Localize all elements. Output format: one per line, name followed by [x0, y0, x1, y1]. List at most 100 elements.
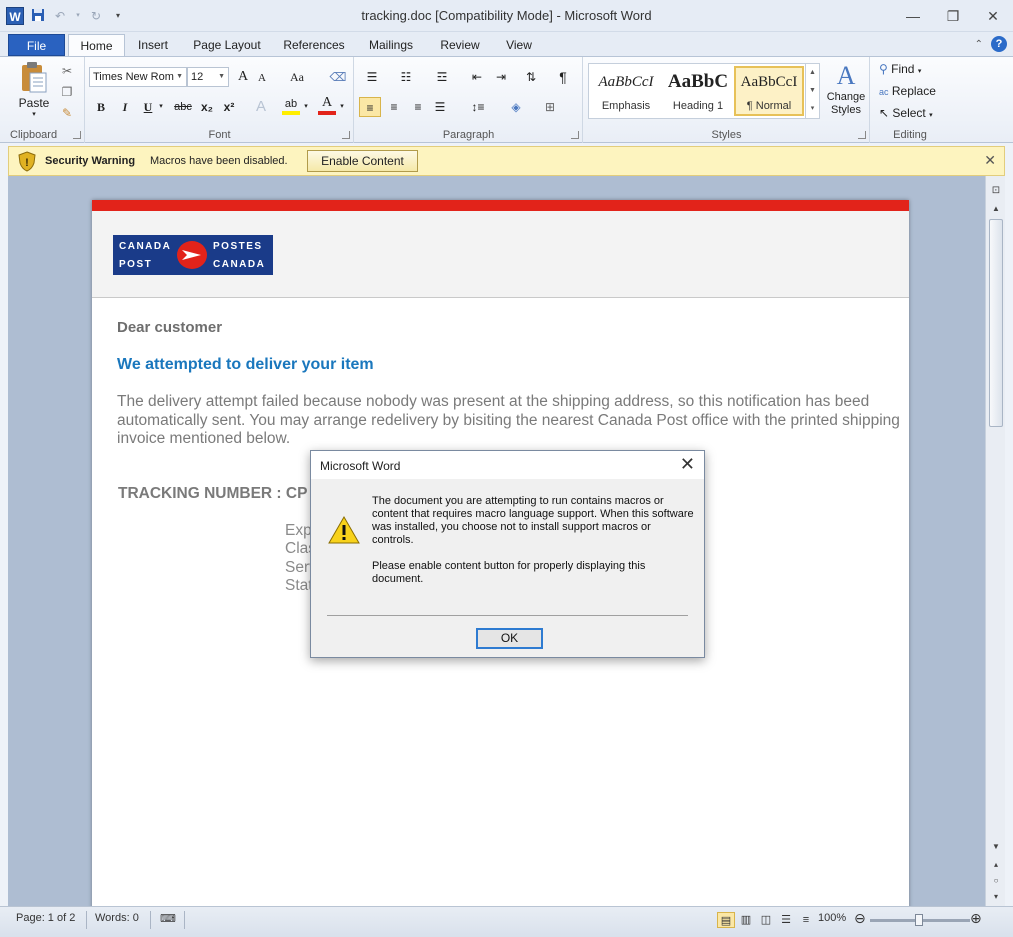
show-formatting-button[interactable]: ¶ [553, 67, 573, 87]
outline-view-icon[interactable]: ☰ [777, 912, 795, 928]
font-name-value: Times New Rom [93, 71, 174, 83]
grow-font-button[interactable]: A [234, 67, 252, 87]
style-normal[interactable]: AaBbCcI ¶ Normal [734, 66, 804, 116]
find-dropdown-icon: ▾ [917, 68, 922, 75]
browse-object-icon[interactable]: ○ [988, 874, 1004, 888]
zoom-in-icon[interactable]: ⊕ [970, 910, 982, 927]
tab-review[interactable]: Review [434, 34, 486, 56]
clipboard-launcher-icon[interactable] [73, 131, 81, 139]
decrease-indent-icon[interactable]: ⇤ [467, 67, 487, 87]
shrink-font-button[interactable]: A [254, 68, 270, 88]
web-layout-icon[interactable]: ◫ [757, 912, 775, 928]
enable-content-button[interactable]: Enable Content [307, 150, 418, 172]
paste-dropdown-icon[interactable]: ▾ [14, 110, 54, 118]
tab-references[interactable]: References [278, 34, 350, 56]
paste-button[interactable]: Paste ▾ [14, 61, 54, 123]
clear-formatting-icon[interactable]: ⌫ [328, 67, 348, 87]
font-color-dropdown-icon[interactable]: ▾ [338, 97, 346, 117]
ruler-toggle-icon[interactable]: ⊡ [988, 184, 1004, 198]
font-name-dropdown[interactable]: Times New Rom ▼ [89, 67, 187, 87]
highlight-color-icon[interactable]: ab [282, 97, 300, 115]
zoom-slider[interactable] [870, 914, 970, 926]
format-painter-icon[interactable]: ✎ [58, 103, 76, 123]
subscript-button[interactable]: x₂ [198, 97, 216, 117]
replace-button[interactable]: ac Replace [879, 81, 945, 101]
align-center-icon[interactable]: ≡ [383, 97, 405, 117]
gallery-down-icon[interactable]: ▼ [806, 82, 819, 100]
minimize-button[interactable]: — [893, 0, 933, 32]
cut-icon[interactable]: ✂ [58, 61, 76, 81]
style-heading-1[interactable]: AaBbC Heading 1 [663, 66, 733, 116]
change-case-button[interactable]: Aa [286, 67, 308, 87]
underline-button[interactable]: U [139, 97, 157, 117]
scroll-down-icon[interactable]: ▼ [988, 840, 1004, 854]
zoom-slider-thumb[interactable] [915, 914, 923, 926]
dialog-message-1: The document you are attempting to run c… [372, 495, 694, 546]
tracking-number-label: TRACKING NUMBER : CP [118, 485, 308, 502]
scroll-thumb[interactable] [989, 219, 1003, 427]
style-heading-1-sample: AaBbC [667, 71, 729, 92]
tab-mailings[interactable]: Mailings [362, 34, 420, 56]
print-layout-view-icon[interactable]: ▤ [717, 912, 735, 928]
security-warning-message: Macros have been disabled. [150, 155, 288, 167]
numbering-icon[interactable]: ☷ [395, 67, 417, 87]
bold-button[interactable]: B [92, 97, 110, 117]
highlight-dropdown-icon[interactable]: ▾ [302, 97, 310, 117]
page-count[interactable]: Page: 1 of 2 [16, 912, 75, 924]
copy-icon[interactable]: ❐ [58, 82, 76, 102]
status-separator [184, 911, 185, 929]
multilevel-list-icon[interactable]: ☲ [431, 67, 453, 87]
change-styles-button[interactable]: A Change Styles [824, 61, 868, 125]
font-color-button[interactable]: A [318, 95, 336, 115]
find-button[interactable]: ⚲ Find ▾ [879, 59, 943, 79]
minimize-ribbon-icon[interactable]: ⌃ [975, 39, 983, 50]
select-button[interactable]: ↖ Select ▾ [879, 103, 945, 123]
dialog-close-icon[interactable]: ✕ [680, 454, 695, 475]
gallery-more-icon[interactable]: ▾ [806, 100, 819, 118]
underline-dropdown-icon[interactable]: ▾ [157, 97, 165, 117]
ok-button[interactable]: OK [476, 628, 543, 649]
font-size-dropdown[interactable]: 12 ▼ [187, 67, 229, 87]
draft-view-icon[interactable]: ≡ [797, 912, 815, 928]
close-window-button[interactable]: ✕ [973, 0, 1013, 32]
strikethrough-button[interactable]: abc [172, 97, 194, 117]
tab-home[interactable]: Home [68, 34, 125, 57]
text-effects-icon[interactable]: A [252, 97, 270, 117]
increase-indent-icon[interactable]: ⇥ [491, 67, 511, 87]
italic-button[interactable]: I [116, 97, 134, 117]
next-page-icon[interactable]: ▾ [988, 890, 1004, 904]
word-count[interactable]: Words: 0 [95, 912, 139, 924]
paste-label: Paste [18, 96, 50, 110]
justify-icon[interactable]: ☰ [429, 97, 451, 117]
sort-icon[interactable]: ⇅ [521, 67, 541, 87]
superscript-button[interactable]: x² [220, 97, 238, 117]
vertical-scrollbar[interactable]: ⊡ ▲ ▼ ▴ ○ ▾ [985, 176, 1005, 906]
shading-icon[interactable]: ◈ [505, 97, 527, 117]
macro-recording-icon[interactable]: ⌨ [160, 912, 176, 925]
tab-file[interactable]: File [8, 34, 65, 56]
dialog-title: Microsoft Word [320, 459, 401, 473]
paragraph-launcher-icon[interactable] [571, 131, 579, 139]
help-icon[interactable]: ? [991, 36, 1007, 52]
maximize-button[interactable]: ❐ [933, 0, 973, 32]
styles-launcher-icon[interactable] [858, 131, 866, 139]
tab-insert[interactable]: Insert [130, 34, 176, 56]
tab-view[interactable]: View [498, 34, 540, 56]
zoom-level[interactable]: 100% [818, 912, 846, 924]
font-launcher-icon[interactable] [342, 131, 350, 139]
close-security-bar-icon[interactable]: ✕ [984, 152, 996, 169]
scroll-up-icon[interactable]: ▲ [988, 202, 1004, 216]
line-spacing-icon[interactable]: ↕≡ [465, 97, 491, 117]
previous-page-icon[interactable]: ▴ [988, 858, 1004, 872]
align-left-icon[interactable]: ≡ [359, 97, 381, 117]
bullets-icon[interactable]: ☰ [361, 67, 383, 87]
borders-icon[interactable]: ⊞ [539, 97, 561, 117]
styles-gallery-scroll[interactable]: ▲ ▼ ▾ [805, 64, 819, 118]
full-screen-reading-icon[interactable]: ▥ [737, 912, 755, 928]
tab-page-layout[interactable]: Page Layout [186, 34, 268, 56]
align-right-icon[interactable]: ≡ [407, 97, 429, 117]
gallery-up-icon[interactable]: ▲ [806, 64, 819, 82]
zoom-out-icon[interactable]: ⊖ [854, 910, 866, 927]
status-separator [86, 911, 87, 929]
style-emphasis[interactable]: AaBbCcI Emphasis [591, 66, 661, 116]
